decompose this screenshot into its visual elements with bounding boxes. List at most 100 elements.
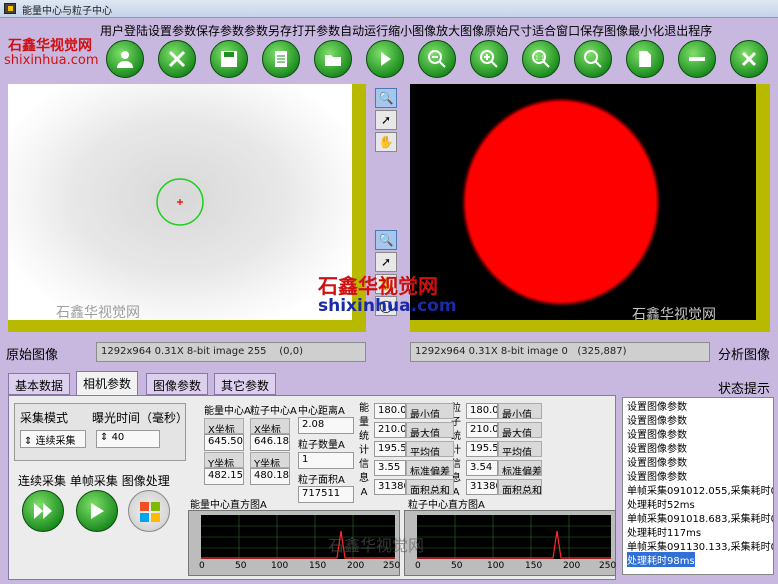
tick-0: 0 — [415, 561, 421, 571]
minimize-icon — [689, 57, 705, 61]
blank-document-icon — [639, 51, 651, 67]
left-image-status: 1292x964 0.31X 8-bit image 255 (0,0) — [96, 342, 366, 362]
pointer-tool[interactable]: ➚ — [375, 110, 397, 130]
right-image-coords: (325,887) — [577, 346, 627, 357]
tick-50: 50 — [451, 561, 463, 571]
center-watermark-logo: 石鑫华视觉网 — [318, 274, 438, 298]
menu-item[interactable]: 设置参数 — [148, 22, 196, 39]
menu-item[interactable]: 参数另存 — [244, 22, 292, 39]
pan-tool[interactable]: ✋ — [375, 132, 397, 152]
log-line: 处理耗时52ms — [627, 500, 695, 511]
menu-item[interactable]: 保存图像 — [580, 22, 628, 39]
auto-run-button[interactable] — [366, 40, 404, 78]
count-label: 粒子数量A — [298, 440, 345, 451]
particle-y-value: 480.18 — [250, 468, 290, 485]
exposure-field[interactable]: ⇕ 40 — [96, 430, 160, 448]
tick-100: 100 — [271, 561, 289, 571]
tick-50: 50 — [235, 561, 247, 571]
particle-center-title: 粒子中心A — [250, 406, 297, 417]
svg-text:1:1: 1:1 — [535, 55, 545, 62]
analysis-image-view[interactable]: 石鑫华视觉网 — [410, 84, 756, 323]
image-process-button[interactable] — [128, 490, 170, 532]
window-title: 能量中心与粒子中心 — [22, 6, 112, 17]
log-line-selected: 处理耗时98ms — [627, 552, 695, 567]
menu-item[interactable]: 用户登陆 — [100, 22, 148, 39]
menu-item[interactable]: 保存参数 — [196, 22, 244, 39]
right-horizontal-scrollbar[interactable] — [410, 320, 770, 332]
status-title: 状态提示 — [718, 382, 771, 397]
tab-camera-params[interactable]: 相机参数 — [76, 371, 139, 396]
tick-250: 250 — [383, 561, 401, 571]
menu-item[interactable]: 自动运行 — [340, 22, 388, 39]
energy-center-marker — [156, 178, 204, 226]
analysis-image-label: 分析图像 — [718, 348, 771, 363]
tab-other-params[interactable]: 其它参数 — [214, 373, 277, 395]
menu-bar: 用户登陆设置参数保存参数参数另存打开参数自动运行缩小图像放大图像原始尺寸适合窗口… — [100, 22, 712, 38]
menu-item[interactable]: 打开参数 — [292, 22, 340, 39]
particle-max-label: 最大值 — [498, 422, 542, 438]
continuous-capture-button[interactable] — [22, 490, 64, 532]
open-params-button[interactable] — [314, 40, 352, 78]
mode-value: 连续采集 — [35, 436, 76, 447]
zoom-in-button[interactable] — [470, 40, 508, 78]
watermark-text: 石鑫华视觉网 — [56, 305, 140, 321]
status-log[interactable]: 设置图像参数 设置图像参数 设置图像参数 设置图像参数 设置图像参数 设置图像参… — [622, 397, 774, 575]
left-image-info: 1292x964 0.31X 8-bit image 255 — [101, 346, 267, 357]
menu-item[interactable]: 缩小图像 — [388, 22, 436, 39]
distance-label: 中心距离A — [298, 406, 345, 417]
energy-avg-label: 平均值 — [406, 441, 454, 457]
mode-select[interactable]: ⇕ 连续采集 — [20, 430, 86, 448]
zoom-tool-2[interactable]: 🔍 — [375, 230, 397, 250]
minimize-button[interactable] — [678, 40, 716, 78]
original-image-label: 原始图像 — [6, 348, 59, 363]
energy-center-title: 能量中心A — [204, 406, 251, 417]
energy-sum-label: 面积总和 — [406, 479, 454, 495]
tab-basic-data[interactable]: 基本数据 — [8, 373, 71, 395]
energy-max-value: 210.0 — [374, 422, 406, 438]
play-icon — [381, 52, 391, 66]
particle-min-value: 180.0 — [466, 403, 498, 419]
original-image-view[interactable]: 石鑫华视觉网 — [8, 84, 364, 321]
save-image-button[interactable] — [626, 40, 664, 78]
particle-max-value: 210.0 — [466, 422, 498, 438]
menu-item[interactable]: 原始尺寸 — [484, 22, 532, 39]
save-as-button[interactable] — [262, 40, 300, 78]
folder-icon — [325, 55, 341, 66]
zoom-out-button[interactable] — [418, 40, 456, 78]
arrow-icon: ➚ — [380, 113, 392, 127]
exit-button[interactable] — [730, 40, 768, 78]
energy-y-value: 482.15 — [204, 468, 244, 485]
single-capture-button[interactable] — [76, 490, 118, 532]
particle-std-value: 3.54 — [466, 460, 498, 476]
document-icon — [275, 51, 287, 67]
tick-150: 150 — [309, 561, 327, 571]
exit-icon — [741, 51, 757, 67]
left-image-coords: (0,0) — [279, 346, 303, 357]
zoom-tool[interactable]: 🔍 — [375, 88, 397, 108]
menu-item[interactable]: 最小化 — [628, 22, 664, 39]
left-horizontal-scrollbar[interactable] — [8, 320, 366, 332]
particle-histogram: 0 50 100 150 200 250 — [404, 510, 616, 576]
tick-200: 200 — [563, 561, 581, 571]
title-bar: 能量中心与粒子中心 — [0, 0, 778, 18]
tick-0: 0 — [199, 561, 205, 571]
user-login-button[interactable] — [106, 40, 144, 78]
settings-button[interactable] — [158, 40, 196, 78]
zoom-out-icon — [428, 50, 446, 68]
energy-min-label: 最小值 — [406, 403, 454, 419]
fit-window-button[interactable] — [574, 40, 612, 78]
menu-item[interactable]: 适合窗口 — [532, 22, 580, 39]
menu-item[interactable]: 放大图像 — [436, 22, 484, 39]
log-line: 设置图像参数 — [627, 472, 687, 483]
tab-image-params[interactable]: 图像参数 — [146, 373, 209, 395]
menu-item[interactable]: 退出程序 — [664, 22, 712, 39]
log-line: 设置图像参数 — [627, 458, 687, 469]
original-size-button[interactable]: 1:1 — [522, 40, 560, 78]
right-image-status: 1292x964 0.31X 8-bit image 0 (325,887) — [410, 342, 710, 362]
particle-sum-value: 31380 — [466, 479, 498, 495]
particle-x-label: X坐标 — [250, 418, 290, 434]
right-vertical-scrollbar[interactable] — [756, 84, 770, 320]
pointer-tool-2[interactable]: ➚ — [375, 252, 397, 272]
save-params-button[interactable] — [210, 40, 248, 78]
play-icon — [91, 503, 104, 519]
